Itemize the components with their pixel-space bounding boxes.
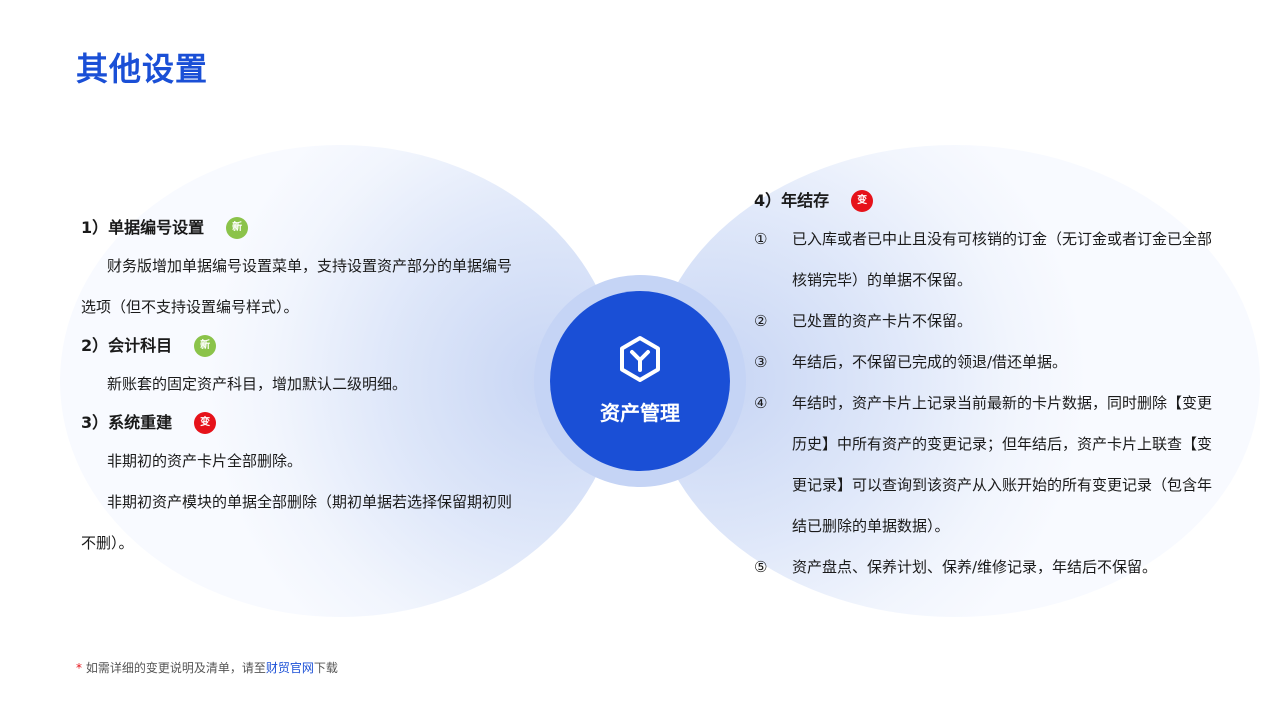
footnote: * 如需详细的变更说明及清单，请至财贸官网下载	[76, 659, 338, 676]
item-text: 年结时，资产卡片上记录当前最新的卡片数据，同时删除【变更历史】中所有资产的变更记…	[792, 394, 1213, 535]
official-site-link[interactable]: 财贸官网	[266, 661, 314, 675]
list-item: ⑤ 资产盘点、保养计划、保养/维修记录，年结后不保留。	[754, 547, 1224, 588]
center-label: 资产管理	[600, 401, 680, 425]
list-item: ② 已处置的资产卡片不保留。	[754, 301, 1224, 342]
section-paragraph: 新账套的固定资产科目，增加默认二级明细。	[107, 375, 408, 393]
item-number: ①	[754, 230, 768, 248]
section-heading: 1）单据编号设置 新	[81, 210, 521, 246]
section-heading-text: 4）年结存	[754, 191, 830, 210]
new-badge: 新	[194, 335, 217, 357]
change-badge: 变	[194, 412, 217, 434]
footnote-text-after: 下载	[313, 661, 338, 675]
section-heading: 2）会计科目 新	[81, 328, 521, 364]
section-paragraph: 财务版增加单据编号设置菜单，支持设置资产部分的单据编号选项（但不支持设置编号样式…	[81, 257, 513, 316]
center-circle: 资产管理	[550, 291, 730, 471]
section-heading-text: 2）会计科目	[81, 336, 173, 355]
section-heading-text: 1）单据编号设置	[81, 218, 205, 237]
section-heading: 4）年结存 变	[754, 183, 1224, 219]
section-heading: 3）系统重建 变	[81, 405, 521, 441]
right-panel: 4）年结存 变 ① 已入库或者已中止且没有可核销的订金（无订金或者订金已全部核销…	[754, 183, 1224, 588]
item-text: 已处置的资产卡片不保留。	[792, 312, 973, 330]
item-text: 年结后，不保留已完成的领退/借还单据。	[792, 353, 1068, 371]
box-y-icon	[620, 336, 660, 382]
footnote-text: 如需详细的变更说明及清单，请至	[82, 661, 266, 675]
section-paragraph: 非期初资产模块的单据全部删除（期初单据若选择保留期初则不删）。	[81, 493, 513, 552]
page-title: 其他设置	[76, 50, 209, 88]
section-heading-text: 3）系统重建	[81, 413, 173, 432]
item-number: ④	[754, 394, 768, 412]
change-badge: 变	[851, 190, 874, 212]
new-badge: 新	[226, 217, 249, 239]
item-text: 已入库或者已中止且没有可核销的订金（无订金或者订金已全部核销完毕）的单据不保留。	[792, 230, 1213, 289]
list-item: ① 已入库或者已中止且没有可核销的订金（无订金或者订金已全部核销完毕）的单据不保…	[754, 219, 1224, 301]
item-number: ②	[754, 312, 768, 330]
list-item: ④ 年结时，资产卡片上记录当前最新的卡片数据，同时删除【变更历史】中所有资产的变…	[754, 383, 1224, 547]
section-paragraph: 非期初的资产卡片全部删除。	[107, 452, 303, 470]
list-item: ③ 年结后，不保留已完成的领退/借还单据。	[754, 342, 1224, 383]
item-number: ⑤	[754, 558, 768, 576]
item-text: 资产盘点、保养计划、保养/维修记录，年结后不保留。	[792, 558, 1158, 576]
item-number: ③	[754, 353, 768, 371]
left-panel: 1）单据编号设置 新 财务版增加单据编号设置菜单，支持设置资产部分的单据编号选项…	[81, 210, 521, 564]
